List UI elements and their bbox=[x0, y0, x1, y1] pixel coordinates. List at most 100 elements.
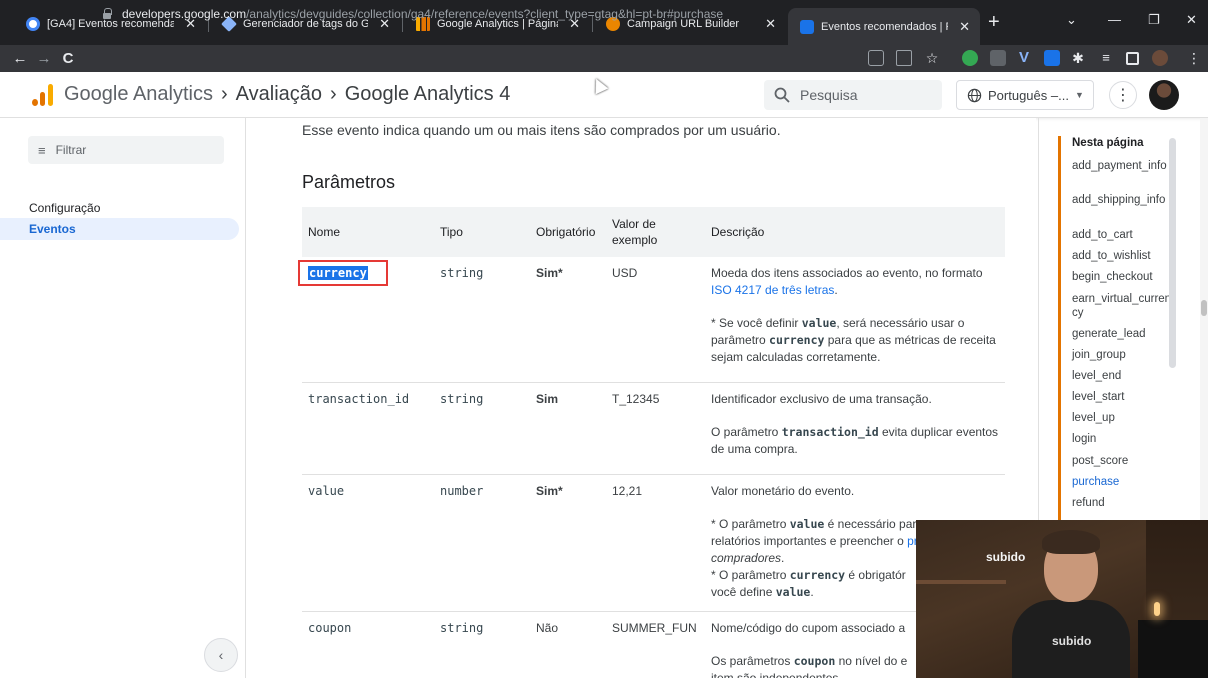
toc-item-level-end[interactable]: level_end bbox=[1072, 369, 1172, 383]
shirt-logo: subido bbox=[1052, 634, 1092, 648]
back-arrow-icon[interactable]: ← bbox=[8, 50, 32, 67]
new-tab-button[interactable]: + bbox=[988, 12, 1000, 32]
user-avatar[interactable] bbox=[1149, 80, 1179, 110]
left-navigation: ≡ Filtrar Configuração Eventos ‹ bbox=[0, 118, 246, 678]
browser-menu-icon[interactable]: ⋮ bbox=[1186, 50, 1202, 66]
vimeo-extension-icon[interactable]: V bbox=[1016, 50, 1032, 66]
section-heading-parametros: Parâmetros bbox=[302, 172, 396, 192]
webcam-overlay: subido subido bbox=[916, 520, 1208, 678]
breadcrumb-brand[interactable]: Google Analytics bbox=[64, 83, 213, 106]
lamp bbox=[1154, 602, 1160, 616]
share-icon[interactable] bbox=[896, 50, 912, 66]
collapse-nav-button[interactable]: ‹ bbox=[204, 638, 238, 672]
toc-indicator-bar bbox=[1058, 136, 1061, 526]
column-header-obrigatorio: Obrigatório bbox=[530, 207, 606, 257]
bookmark-star-icon[interactable]: ☆ bbox=[924, 50, 940, 66]
filter-icon: ≡ bbox=[38, 142, 46, 158]
address-bar[interactable]: developers.google.com/analytics/devguide… bbox=[102, 3, 862, 24]
toc-item-login[interactable]: login bbox=[1072, 432, 1172, 446]
dropdown-arrow-icon: ▼ bbox=[1074, 90, 1084, 100]
table-row: currency string Sim* USD Moeda dos itens… bbox=[302, 257, 1005, 383]
google-favicon-icon bbox=[26, 17, 40, 31]
toc-item-add-shipping-info[interactable]: add_shipping_info bbox=[1072, 193, 1172, 207]
param-type: number bbox=[440, 484, 484, 498]
toc-item-level-start[interactable]: level_start bbox=[1072, 390, 1172, 404]
close-window-button[interactable]: ✕ bbox=[1186, 12, 1197, 28]
toc-item-begin-checkout[interactable]: begin_checkout bbox=[1072, 270, 1172, 284]
param-example: SUMMER_FUN bbox=[612, 621, 697, 635]
iso-4217-link[interactable]: ISO 4217 de três letras bbox=[711, 283, 834, 297]
language-select[interactable]: Português –... ▼ bbox=[956, 80, 1094, 110]
extension-icon[interactable] bbox=[990, 50, 1006, 66]
puzzle-extensions-icon[interactable]: ✱ bbox=[1070, 50, 1086, 66]
param-required: Não bbox=[536, 621, 559, 635]
toc-item-post-score[interactable]: post_score bbox=[1072, 454, 1172, 468]
search-input[interactable]: Pesquisa bbox=[764, 80, 942, 110]
param-name: value bbox=[308, 484, 345, 498]
tab-search-icon[interactable]: ⌄ bbox=[1066, 12, 1077, 28]
column-header-tipo: Tipo bbox=[434, 207, 530, 257]
close-tab-icon[interactable]: ✕ bbox=[959, 19, 970, 35]
parameters-table: Nome Tipo Obrigatório Valor de exemplo D… bbox=[302, 207, 1005, 678]
screen: [GA4] Eventos recomendado ✕ Gerenciador … bbox=[0, 0, 1208, 678]
neon-sign: subido bbox=[986, 550, 1026, 564]
minimize-button[interactable]: — bbox=[1108, 12, 1121, 27]
param-type: string bbox=[440, 266, 484, 280]
table-row: coupon string Não SUMMER_FUN Nome/código… bbox=[302, 611, 1005, 678]
param-required: Sim* bbox=[536, 484, 563, 498]
nav-item-eventos[interactable]: Eventos bbox=[0, 218, 239, 240]
forward-arrow-icon[interactable]: → bbox=[32, 50, 56, 67]
param-name: coupon bbox=[308, 621, 352, 635]
toc-item-add-to-wishlist[interactable]: add_to_wishlist bbox=[1072, 249, 1172, 263]
param-type: string bbox=[440, 621, 484, 635]
toc-item-generate-lead[interactable]: generate_lead bbox=[1072, 327, 1172, 341]
profile-avatar-icon[interactable] bbox=[1152, 50, 1168, 66]
param-description: Identificador exclusivo de uma transação… bbox=[705, 382, 1005, 475]
param-example: 12,21 bbox=[612, 484, 643, 498]
table-header-row: Nome Tipo Obrigatório Valor de exemplo D… bbox=[302, 207, 1005, 257]
highlight-box bbox=[298, 260, 388, 286]
reading-list-icon[interactable]: ≡ bbox=[1098, 50, 1114, 66]
toc-item-add-to-cart[interactable]: add_to_cart bbox=[1072, 228, 1172, 242]
google-analytics-logo-icon[interactable] bbox=[32, 84, 54, 106]
breadcrumb: Google Analytics › Avaliação › Google An… bbox=[64, 83, 510, 106]
column-header-nome: Nome bbox=[302, 207, 434, 257]
param-example: T_12345 bbox=[612, 392, 660, 406]
param-required: Sim* bbox=[536, 266, 563, 280]
column-header-valor-exemplo: Valor de exemplo bbox=[606, 207, 705, 257]
toc-title: Nesta página bbox=[1072, 137, 1144, 149]
param-example: USD bbox=[612, 266, 638, 280]
toc-item-add-payment-info[interactable]: add_payment_info bbox=[1072, 159, 1172, 173]
search-icon bbox=[774, 87, 790, 103]
nav-item-configuracao[interactable]: Configuração bbox=[0, 197, 100, 219]
restore-button[interactable]: ❐ bbox=[1148, 12, 1160, 28]
toc-item-level-up[interactable]: level_up bbox=[1072, 411, 1172, 425]
extension-icon[interactable] bbox=[1044, 50, 1060, 66]
event-description: Esse evento indica quando um ou mais ite… bbox=[302, 122, 781, 138]
page-scrollbar-thumb[interactable] bbox=[1201, 300, 1207, 316]
side-panel-icon[interactable] bbox=[1126, 52, 1139, 65]
table-row: value number Sim* 12,21 Valor monetário … bbox=[302, 474, 1005, 612]
breadcrumb-chevron-icon: › bbox=[220, 83, 228, 105]
toc-item-join-group[interactable]: join_group bbox=[1072, 348, 1172, 362]
toc-item-purchase[interactable]: purchase bbox=[1072, 475, 1172, 489]
extension-check-icon[interactable] bbox=[962, 50, 978, 66]
breadcrumb-ga4[interactable]: Google Analytics 4 bbox=[345, 83, 511, 106]
filter-input[interactable]: ≡ Filtrar bbox=[28, 136, 224, 164]
column-header-descricao: Descrição bbox=[705, 207, 1005, 257]
breadcrumb-chevron-icon: › bbox=[330, 83, 337, 105]
table-row: transaction_id string Sim T_12345 Identi… bbox=[302, 382, 1005, 475]
lock-icon bbox=[102, 8, 112, 19]
param-required: Sim bbox=[536, 392, 559, 406]
param-description: Moeda dos itens associados ao evento, no… bbox=[705, 257, 1005, 383]
toc-item-earn-virtual-currency[interactable]: earn_virtual_currency bbox=[1072, 292, 1172, 320]
toc-item-refund[interactable]: refund bbox=[1072, 496, 1172, 510]
toc-scrollbar[interactable] bbox=[1169, 138, 1176, 368]
param-name: transaction_id bbox=[308, 392, 410, 406]
globe-icon bbox=[967, 88, 982, 102]
more-options-button[interactable]: ⋮ bbox=[1109, 81, 1137, 109]
reload-icon[interactable]: C bbox=[56, 50, 80, 67]
breadcrumb-avaliacao[interactable]: Avaliação bbox=[236, 83, 322, 106]
param-type: string bbox=[440, 392, 484, 406]
install-app-icon[interactable] bbox=[868, 50, 884, 66]
